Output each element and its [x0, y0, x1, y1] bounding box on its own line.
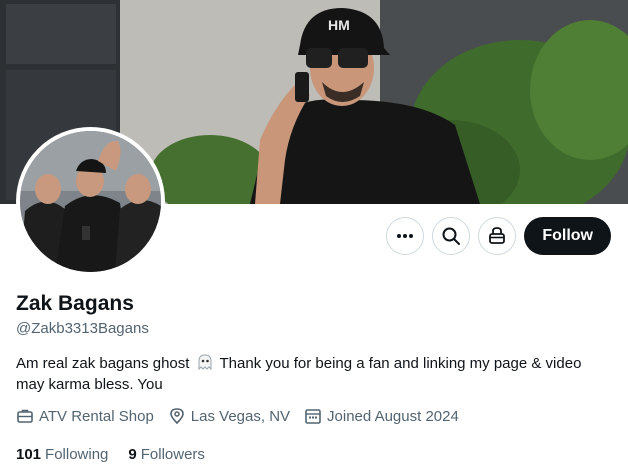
- follow-button[interactable]: Follow: [524, 217, 611, 255]
- following-link[interactable]: 101 Following: [16, 446, 108, 463]
- profile-handle: @Zakb3313Bagans: [16, 320, 149, 337]
- profile-bio: Am real zak bagans ghost Thank you for b…: [16, 353, 606, 395]
- ghost-emoji-icon: [198, 354, 212, 371]
- svg-text:HM: HM: [328, 17, 350, 33]
- shop-button[interactable]: [478, 217, 517, 255]
- bio-text-part1: Am real zak bagans ghost: [16, 355, 190, 372]
- profile-stats: 101 Following 9 Followers: [16, 446, 225, 463]
- briefcase-icon: [17, 409, 33, 423]
- following-label: Following: [45, 446, 109, 463]
- profile-name: Zak Bagans: [16, 292, 134, 315]
- category-item: ATV Rental Shop: [16, 407, 154, 425]
- avatar-image: [20, 131, 161, 272]
- profile-avatar[interactable]: [16, 127, 165, 276]
- profile-meta: ATV Rental Shop Las Vegas, NV Joined Aug…: [16, 407, 473, 425]
- shop-icon: [489, 227, 506, 244]
- following-count: 101: [16, 446, 42, 463]
- joined-item: Joined August 2024: [304, 407, 459, 425]
- profile-actions: Follow: [386, 217, 611, 255]
- joined-text: Joined August 2024: [327, 407, 459, 425]
- followers-count: 9: [128, 446, 137, 463]
- more-dots-icon: [397, 234, 414, 238]
- more-button[interactable]: [386, 217, 425, 255]
- search-icon: [442, 227, 461, 245]
- location-text: Las Vegas, NV: [190, 407, 291, 425]
- location-pin-icon: [169, 408, 184, 425]
- category-text[interactable]: ATV Rental Shop: [39, 408, 154, 425]
- followers-link[interactable]: 9 Followers: [128, 446, 205, 463]
- followers-label: Followers: [140, 446, 205, 463]
- search-button[interactable]: [432, 217, 471, 255]
- location-item: Las Vegas, NV: [168, 407, 290, 425]
- calendar-icon: [305, 409, 321, 424]
